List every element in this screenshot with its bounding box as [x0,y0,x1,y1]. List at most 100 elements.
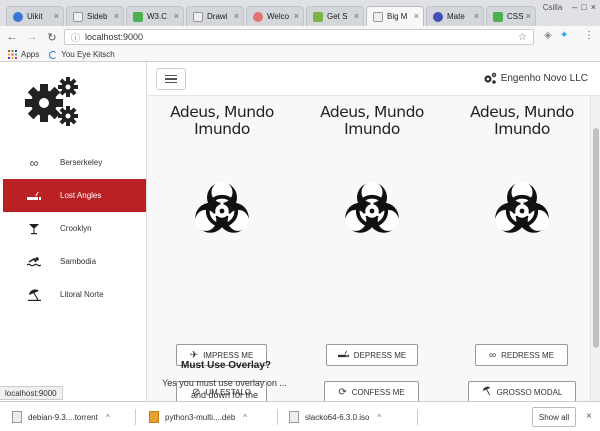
biohazard-icon [193,179,251,235]
close-icon[interactable]: × [586,411,592,422]
tab-favicon-icon [133,11,143,22]
close-window-icon[interactable]: × [591,2,596,12]
tab-material[interactable]: Mate × [426,6,484,26]
divider [417,409,418,425]
file-icon [12,411,22,423]
tab-css[interactable]: CSS × [486,6,536,26]
umbrella-beach-icon [482,386,492,399]
swimmer-icon [27,256,41,268]
close-icon[interactable]: × [526,11,531,21]
gears-icon [484,72,496,84]
back-icon[interactable]: ← [4,31,20,43]
menu-kebab-icon[interactable]: ⋮ [584,30,594,41]
show-all-button[interactable]: Show all [532,407,576,427]
tab-get-started[interactable]: Get S × [306,6,364,26]
main-content: Engenho Novo LLC Adeus, Mundo Imundo ✈ IM… [147,62,600,401]
divider [135,409,136,425]
confess-me-button[interactable]: ⟳ CONFESS ME [324,381,419,401]
tab-sidebar[interactable]: Sideb × [66,6,124,26]
tab-favicon-icon [253,11,263,22]
address-bar[interactable]: ⓘ localhost:9000 ☆ [64,29,534,45]
sidebar-item-sambodia[interactable]: Sambodia [3,245,146,278]
status-bubble: localhost:9000 [0,386,63,400]
bookmark-apps[interactable]: Apps [8,50,39,59]
close-icon[interactable]: × [54,11,59,21]
close-icon[interactable]: × [414,11,419,21]
content-column-2: Adeus, Mundo Imundo DEPRESS ME ⟳ CONFESS … [297,96,447,401]
bookmark-favicon-icon [49,50,58,59]
infinity-icon: ∞ [488,349,497,361]
bookmarks-bar: Apps You Eye Kitsch [0,48,600,62]
hamburger-menu-button[interactable] [156,68,186,90]
reload-icon[interactable]: ↻ [44,31,60,44]
bookmark-you-eye-kitsch[interactable]: You Eye Kitsch [49,50,115,59]
forward-icon[interactable]: → [24,31,40,43]
smoking-icon [337,350,349,361]
chevron-up-icon[interactable]: ^ [243,413,247,422]
apps-grid-icon [8,50,17,59]
tab-uikit[interactable]: Uikit × [6,6,64,26]
download-item-debian[interactable]: debian-9.3....torrent ^ [12,407,110,427]
tab-strip: Uikit × Sideb × W3.C × Drawi × Welco × Get S ×… [0,0,600,26]
sidebar-item-crooklyn[interactable]: Crooklyn [3,212,146,245]
scrollbar-thumb[interactable] [593,128,599,348]
minimize-icon[interactable]: – [572,2,577,12]
tab-favicon-icon [433,11,443,22]
close-icon[interactable]: × [474,11,479,21]
plane-icon: ✈ [189,349,199,361]
close-icon[interactable]: × [114,11,119,21]
info-icon[interactable]: ⓘ [71,31,80,44]
sidebar-item-berserkeley[interactable]: ∞ Berserkeley [3,146,146,179]
toolbar: ← → ↻ ⓘ localhost:9000 ☆ ◈ ✦ ⋮ [0,26,600,48]
grosso-modal-button[interactable]: GROSSO MODAL [468,381,576,401]
maximize-icon[interactable]: □ [581,2,586,12]
file-icon [289,411,299,423]
umbrella-beach-icon [27,288,41,301]
extension-icon[interactable]: ◈ [544,30,552,41]
tab-drawing[interactable]: Drawi × [186,6,244,26]
close-icon[interactable]: × [294,11,299,21]
top-navbar: Engenho Novo LLC [147,62,600,96]
biohazard-icon [343,179,401,235]
brand-name: Engenho Novo LLC [500,72,588,84]
content-column-1: Adeus, Mundo Imundo ✈ IMPRESS ME ⊘ UM ESTA… [147,96,297,401]
star-icon[interactable]: ☆ [518,32,527,43]
chevron-up-icon[interactable]: ^ [377,413,381,422]
redress-me-button[interactable]: ∞ REDRESS ME [475,344,568,366]
column-title: Adeus, Mundo Imundo [320,103,424,138]
brand[interactable]: Engenho Novo LLC [483,72,588,84]
downloads-bar: debian-9.3....torrent ^ python3-multi...… [0,401,600,431]
sync-icon: ⟳ [338,386,347,398]
depress-me-button[interactable]: DEPRESS ME [326,344,418,366]
tab-welcome[interactable]: Welco × [246,6,304,26]
tab-favicon-icon [193,11,203,22]
infinity-icon: ∞ [29,155,39,170]
gears-logo-icon [25,77,78,126]
tab-w3css[interactable]: W3.C × [126,6,184,26]
sidebar-item-lost-angles[interactable]: Lost Angles [3,179,146,212]
column-title: Adeus, Mundo Imundo [170,103,274,138]
sidebar-item-litoral-norte[interactable]: Litoral Norte [3,278,146,311]
tab-favicon-icon [73,11,83,22]
tab-favicon-icon [373,11,383,22]
smoking-icon [27,190,41,202]
window-controls: Csilla – □ × [543,2,596,12]
chevron-up-icon[interactable]: ^ [106,413,110,422]
tab-big-m-active[interactable]: Big M × [366,6,424,26]
biohazard-icon [493,179,551,235]
tab-favicon-icon [493,11,503,22]
download-item-slacko[interactable]: slacko64-6.3.0.iso ^ [289,407,381,427]
profile-name[interactable]: Csilla [543,3,563,12]
close-icon[interactable]: × [174,11,179,21]
tab-favicon-icon [313,11,323,22]
column-title: Adeus, Mundo Imundo [470,103,574,138]
cocktail-icon [27,223,41,235]
close-icon[interactable]: × [234,11,239,21]
page-scrollbar[interactable] [590,96,600,401]
content-column-3: Adeus, Mundo Imundo ∞ REDRESS ME GROSSO M… [447,96,597,401]
twitter-icon[interactable]: ✦ [560,30,568,41]
page-viewport: ∞ Berserkeley Lost Angles Crooklyn Sambo… [0,62,600,401]
close-icon[interactable]: × [354,11,359,21]
download-item-python3[interactable]: python3-multi....deb ^ [149,407,247,427]
divider [277,409,278,425]
